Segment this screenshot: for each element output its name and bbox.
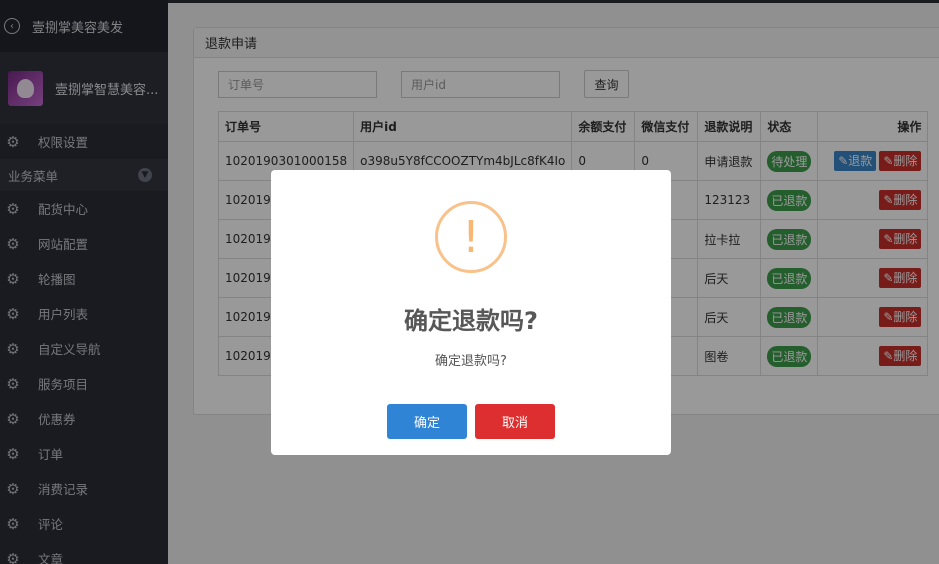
warning-icon: ! bbox=[435, 201, 507, 273]
confirm-button[interactable]: 确定 bbox=[387, 404, 467, 439]
cancel-button[interactable]: 取消 bbox=[475, 404, 555, 439]
dialog-title: 确定退款吗? bbox=[404, 307, 538, 335]
dialog-text: 确定退款吗? bbox=[435, 354, 507, 369]
modal-backdrop-sidebar bbox=[0, 0, 168, 564]
dialog-buttons: 确定 取消 bbox=[271, 404, 671, 439]
confirm-dialog: ! 确定退款吗? 确定退款吗? 确定 取消 bbox=[271, 170, 671, 455]
